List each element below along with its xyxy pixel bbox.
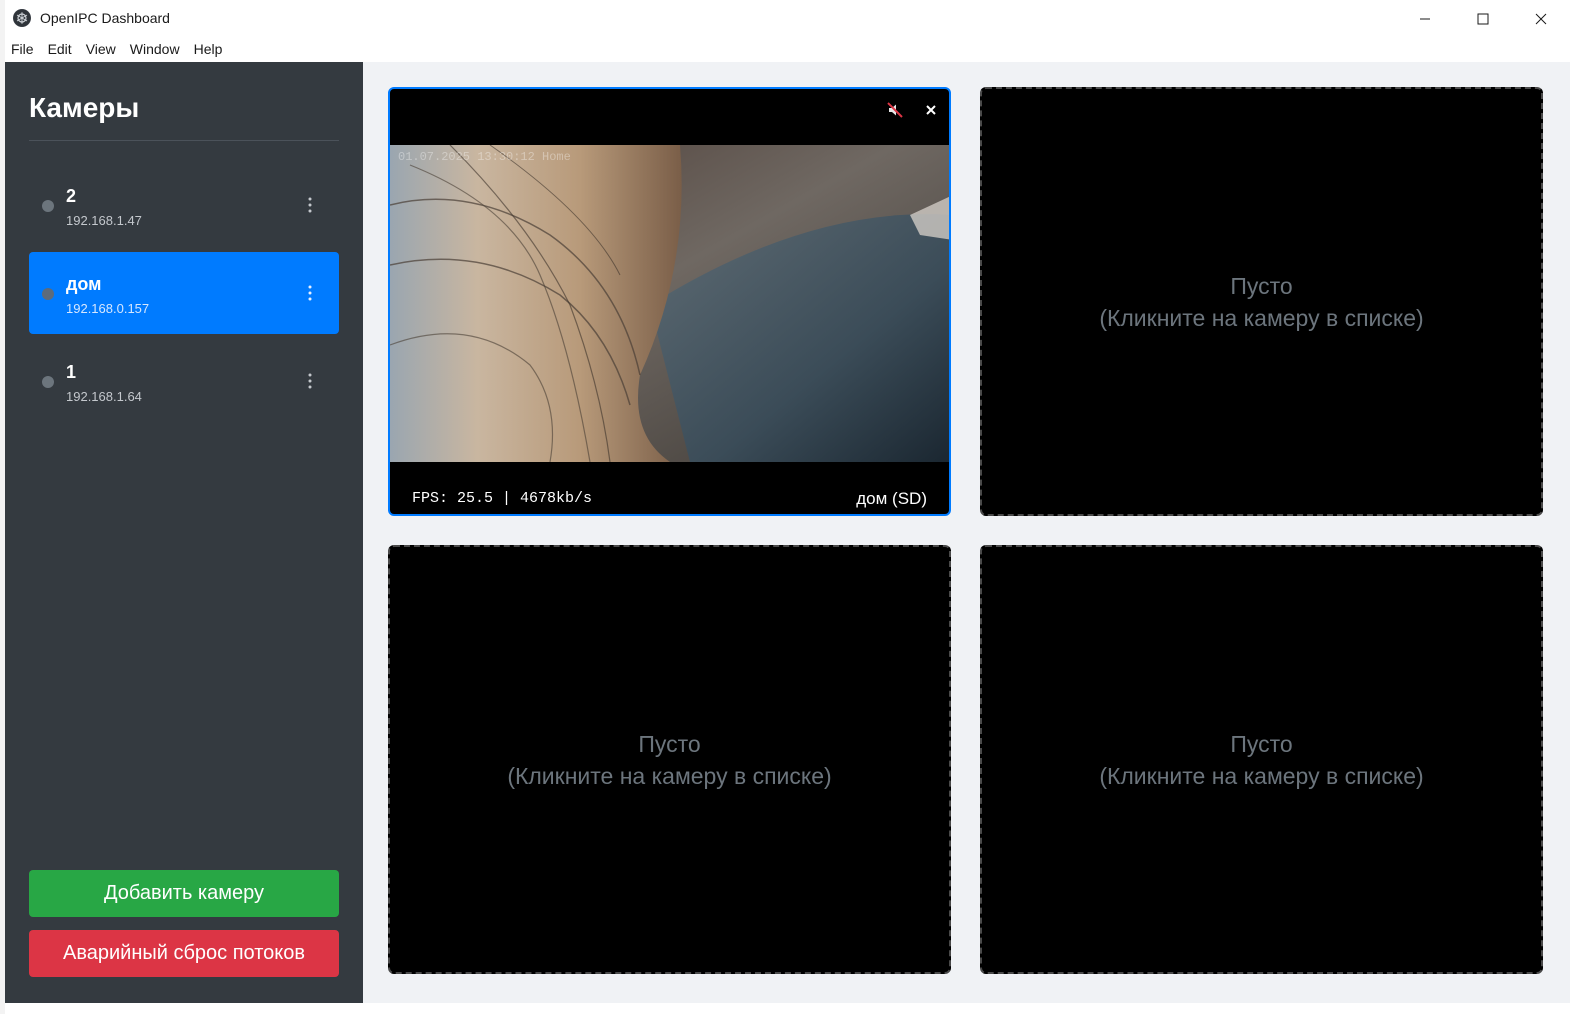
empty-hint: (Кликните на камеру в списке) (1099, 304, 1424, 331)
sidebar-divider (29, 140, 339, 141)
menu-bar: File Edit View Window Help (5, 37, 1570, 62)
status-dot-icon (42, 200, 54, 212)
sidebar-title: Камеры (29, 92, 140, 123)
kebab-menu-icon[interactable] (300, 370, 320, 392)
camera-item[interactable]: 2 192.168.1.47 (29, 164, 339, 246)
video-tile-active[interactable]: 01.07.2025 13:30:12 Home FPS: 25.5 | 467… (388, 87, 951, 516)
minimize-icon (1420, 18, 1430, 19)
menu-view[interactable]: View (80, 37, 124, 62)
window-title: OpenIPC Dashboard (40, 10, 170, 26)
video-grid: 01.07.2025 13:30:12 Home FPS: 25.5 | 467… (363, 62, 1570, 1003)
empty-placeholder: Пусто (Кликните на камеру в списке) (982, 270, 1541, 334)
camera-name: 1 (66, 362, 77, 382)
close-window-button[interactable] (1512, 0, 1570, 37)
stream-label: дом (SD) (856, 489, 927, 508)
menu-file[interactable]: File (5, 37, 42, 62)
empty-title: Пусто (1230, 272, 1293, 299)
app-window: OpenIPC Dashboard File Edit View Window … (5, 0, 1570, 1003)
stream-stats: FPS: 25.5 | 4678kb/s (412, 490, 593, 507)
empty-title: Пусто (1230, 730, 1293, 757)
camera-name: дом (66, 274, 102, 294)
menu-help[interactable]: Help (188, 37, 231, 62)
camera-item-active[interactable]: дом 192.168.0.157 (29, 252, 339, 334)
menu-edit[interactable]: Edit (42, 37, 80, 62)
openipc-logo-icon (13, 9, 31, 27)
empty-hint: (Кликните на камеру в списке) (507, 762, 832, 789)
menu-window[interactable]: Window (124, 37, 188, 62)
camera-feed-image (390, 145, 949, 462)
maximize-icon (1477, 13, 1489, 24)
emergency-reset-button[interactable]: Аварийный сброс потоков (29, 930, 339, 977)
empty-hint: (Кликните на камеру в списке) (1099, 762, 1424, 789)
camera-ip: 192.168.0.157 (66, 301, 150, 316)
camera-ip: 192.168.1.64 (66, 389, 142, 404)
camera-ip: 192.168.1.47 (66, 213, 142, 228)
video-frame: 01.07.2025 13:30:12 Home (390, 145, 949, 462)
camera-sidebar: Камеры 2 192.168.1.47 дом 192.168.0.157 … (5, 62, 363, 1003)
title-bar[interactable]: OpenIPC Dashboard (5, 0, 1570, 37)
add-camera-button[interactable]: Добавить камеру (29, 870, 339, 917)
minimize-button[interactable] (1396, 0, 1454, 37)
empty-placeholder: Пусто (Кликните на камеру в списке) (982, 728, 1541, 792)
empty-title: Пусто (638, 730, 701, 757)
speaker-muted-icon[interactable] (884, 99, 906, 121)
kebab-menu-icon[interactable] (300, 194, 320, 216)
kebab-menu-icon[interactable] (300, 282, 320, 304)
camera-item[interactable]: 1 192.168.1.64 (29, 340, 339, 422)
close-stream-icon[interactable] (920, 99, 942, 121)
video-tile-empty[interactable]: Пусто (Кликните на камеру в списке) (980, 545, 1543, 974)
video-tile-empty[interactable]: Пусто (Кликните на камеру в списке) (980, 87, 1543, 516)
empty-placeholder: Пусто (Кликните на камеру в списке) (390, 728, 949, 792)
video-timestamp-overlay: 01.07.2025 13:30:12 Home (398, 150, 571, 164)
status-dot-icon (42, 288, 54, 300)
status-dot-icon (42, 376, 54, 388)
close-icon (1535, 13, 1547, 24)
video-tile-empty[interactable]: Пусто (Кликните на камеру в списке) (388, 545, 951, 974)
maximize-button[interactable] (1454, 0, 1512, 37)
camera-name: 2 (66, 186, 77, 206)
